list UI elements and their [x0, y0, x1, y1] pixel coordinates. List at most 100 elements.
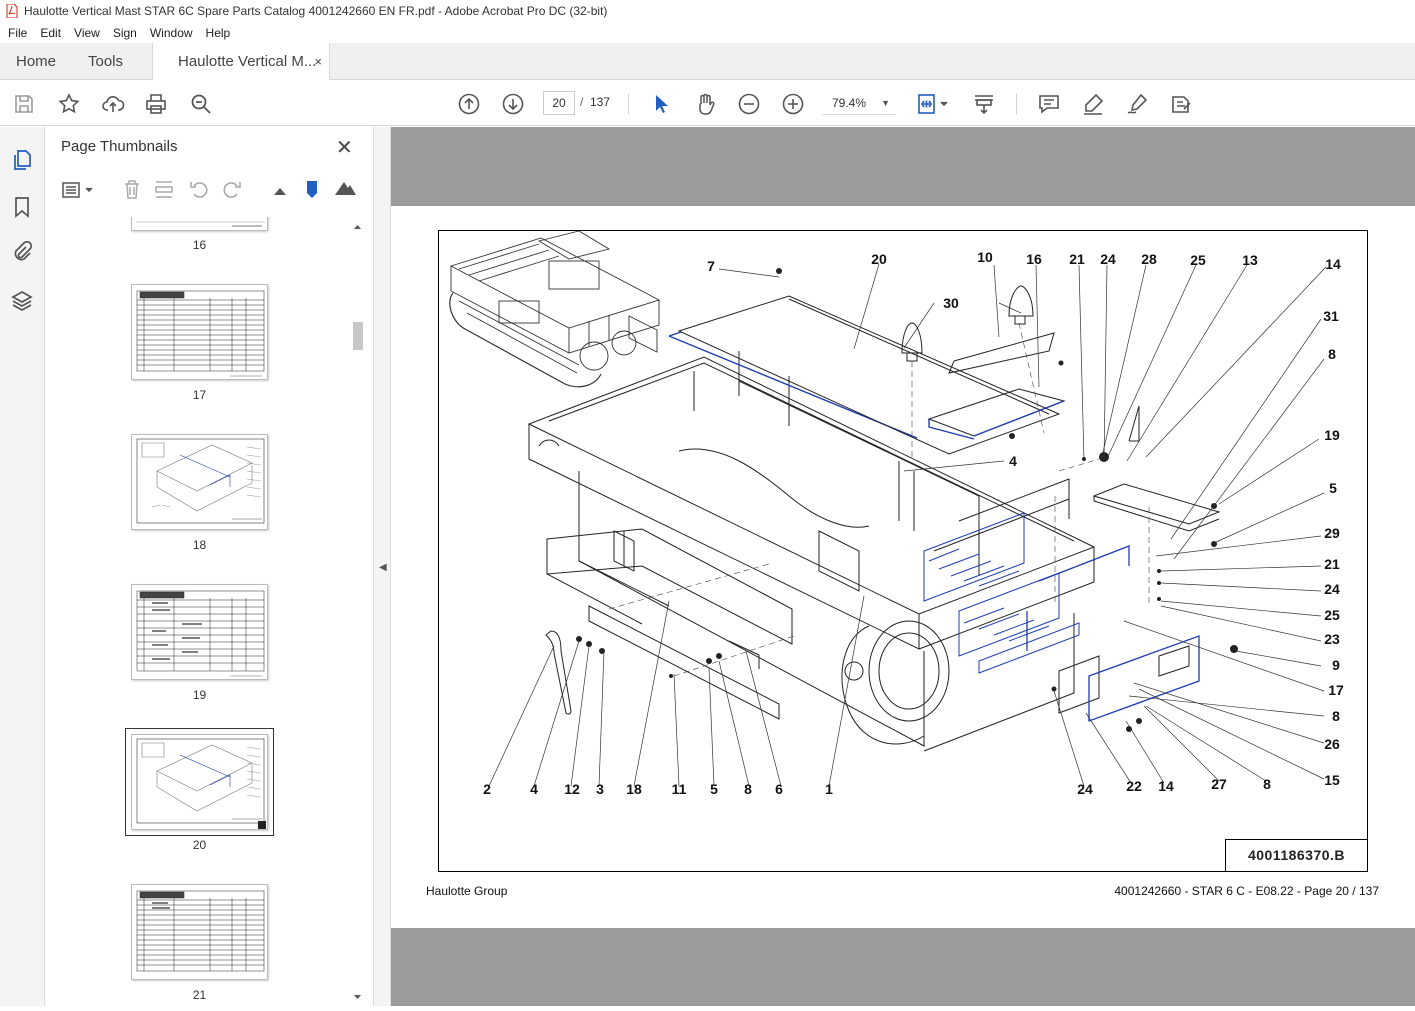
menu-help[interactable]: Help: [198, 26, 236, 40]
highlight-pen-icon[interactable]: [1081, 92, 1105, 116]
tab-home[interactable]: Home: [16, 43, 56, 80]
callout-number: 24: [1077, 781, 1093, 797]
menu-sign[interactable]: Sign: [105, 26, 142, 40]
next-page-icon[interactable]: [501, 92, 525, 116]
callout-number: 21: [1069, 251, 1085, 267]
zoom-level-select[interactable]: 79.4% ▼: [822, 91, 896, 115]
main-toolbar: 20 / 137 79.4% ▼: [0, 80, 1415, 126]
callout-number: 4: [1009, 453, 1017, 469]
thumbnails-panel: Page Thumbnails ✕ 16 17 18 19 20 21: [45, 127, 373, 1006]
collapse-panel-icon[interactable]: ◀: [379, 562, 387, 573]
page-thumbnail[interactable]: [131, 884, 268, 980]
save-icon[interactable]: [12, 92, 36, 116]
machine-overview-inset: [449, 231, 661, 388]
callout-number: 29: [1324, 525, 1340, 541]
page-separator: /: [580, 95, 584, 109]
tab-tools[interactable]: Tools: [88, 43, 123, 80]
thumbnail-size-slider-icon[interactable]: [303, 178, 321, 200]
page-number-input[interactable]: 20: [543, 91, 575, 115]
upload-cloud-icon[interactable]: [101, 92, 125, 116]
layers-icon[interactable]: [10, 289, 34, 313]
dome-fastener: [901, 285, 1034, 362]
callout-number: 8: [1328, 346, 1336, 362]
thumbnail-scrollbar[interactable]: [350, 219, 365, 1006]
page-thumbnail-current[interactable]: [125, 728, 274, 836]
thumbnail-label: 18: [192, 538, 207, 552]
callout-number: 5: [1329, 480, 1337, 496]
page-thumbnail[interactable]: [131, 284, 268, 380]
hand-tool-icon[interactable]: [693, 92, 717, 116]
zoom-out-icon[interactable]: [737, 92, 761, 116]
callout-number: 16: [1026, 251, 1042, 267]
callout-number: 27: [1211, 776, 1227, 792]
callout-number: 7: [707, 258, 715, 274]
callout-number: 5: [710, 781, 718, 797]
page-footer-left: Haulotte Group: [426, 884, 508, 898]
page-thumbnail[interactable]: [131, 584, 268, 680]
menu-file[interactable]: File: [0, 26, 32, 40]
bookmarks-icon[interactable]: [10, 195, 34, 219]
menu-view[interactable]: View: [66, 26, 105, 40]
previous-page-icon[interactable]: [457, 92, 481, 116]
callout-number: 30: [943, 295, 959, 311]
toolbar-divider: [628, 94, 629, 114]
thumbnail-options-icon[interactable]: [61, 179, 95, 201]
comment-icon[interactable]: [1037, 92, 1061, 116]
large-thumbnails-icon[interactable]: [333, 179, 357, 197]
draw-signature-icon[interactable]: [1125, 92, 1149, 116]
acrobat-pdf-icon: [6, 4, 18, 18]
callout-number: 6: [775, 781, 783, 797]
extract-pages-icon[interactable]: [153, 178, 175, 200]
side-bracket: [545, 630, 572, 715]
callout-number: 31: [1323, 308, 1339, 324]
scroll-mode-icon[interactable]: [972, 92, 996, 116]
exploded-parts-drawing: 7 20 10 16 21 24 28 25 13 14 30 31 8 4 1…: [438, 230, 1368, 872]
callout-number: 1: [825, 781, 833, 797]
attachments-paperclip-icon[interactable]: [10, 240, 34, 264]
delete-page-icon[interactable]: [121, 178, 143, 200]
callout-number: 28: [1141, 251, 1157, 267]
page-fit-icon[interactable]: [916, 92, 952, 116]
thumbnail-label: 17: [192, 388, 207, 402]
callout-number: 24: [1324, 581, 1340, 597]
thumbnail-label: 16: [192, 238, 207, 252]
scroll-down-icon: [354, 995, 361, 999]
plate-16: [927, 332, 1066, 440]
callout-number: 24: [1100, 251, 1116, 267]
select-cursor-icon[interactable]: [649, 92, 673, 116]
page-thumbnail[interactable]: [131, 217, 268, 231]
thumbnail-list[interactable]: 16 17 18 19 20 21: [45, 217, 355, 1006]
callout-number: 22: [1126, 778, 1142, 794]
scroll-up-icon: [354, 225, 361, 229]
menu-window[interactable]: Window: [142, 26, 198, 40]
bookmark-star-icon[interactable]: [57, 92, 81, 116]
page-thumbnail[interactable]: [131, 434, 268, 530]
close-panel-icon[interactable]: ✕: [336, 135, 353, 160]
callout-number: 13: [1242, 252, 1258, 268]
callout-number: 3: [596, 781, 604, 797]
chassis-exploded-view: [449, 231, 1327, 787]
fill-sign-icon[interactable]: [1169, 92, 1193, 116]
page-thumbnails-icon[interactable]: [10, 148, 34, 172]
callout-number: 12: [564, 781, 580, 797]
rotate-counterclockwise-icon[interactable]: [188, 178, 210, 200]
zoom-in-icon[interactable]: [781, 92, 805, 116]
callout-number: 21: [1324, 556, 1340, 572]
thumbnail-toolbar: [45, 175, 373, 205]
tab-document[interactable]: Haulotte Vertical M... ×: [152, 43, 330, 81]
document-viewer[interactable]: 7 20 10 16 21 24 28 25 13 14 30 31 8 4 1…: [391, 127, 1415, 1006]
tab-close-icon[interactable]: ×: [314, 43, 322, 80]
callout-number: 8: [1332, 708, 1340, 724]
thumbnail-label: 21: [192, 988, 207, 1002]
callout-number: 23: [1324, 631, 1340, 647]
navigation-rail: [0, 127, 45, 1006]
wheel-housing: [841, 620, 950, 745]
callout-number: 11: [671, 781, 687, 797]
menu-edit[interactable]: Edit: [32, 26, 66, 40]
callout-number: 26: [1324, 736, 1340, 752]
panel-splitter[interactable]: ◀: [373, 127, 391, 1006]
small-thumbnails-icon[interactable]: [269, 181, 291, 199]
rotate-clockwise-icon[interactable]: [221, 178, 243, 200]
print-icon[interactable]: [144, 92, 168, 116]
zoom-search-icon[interactable]: [189, 92, 213, 116]
